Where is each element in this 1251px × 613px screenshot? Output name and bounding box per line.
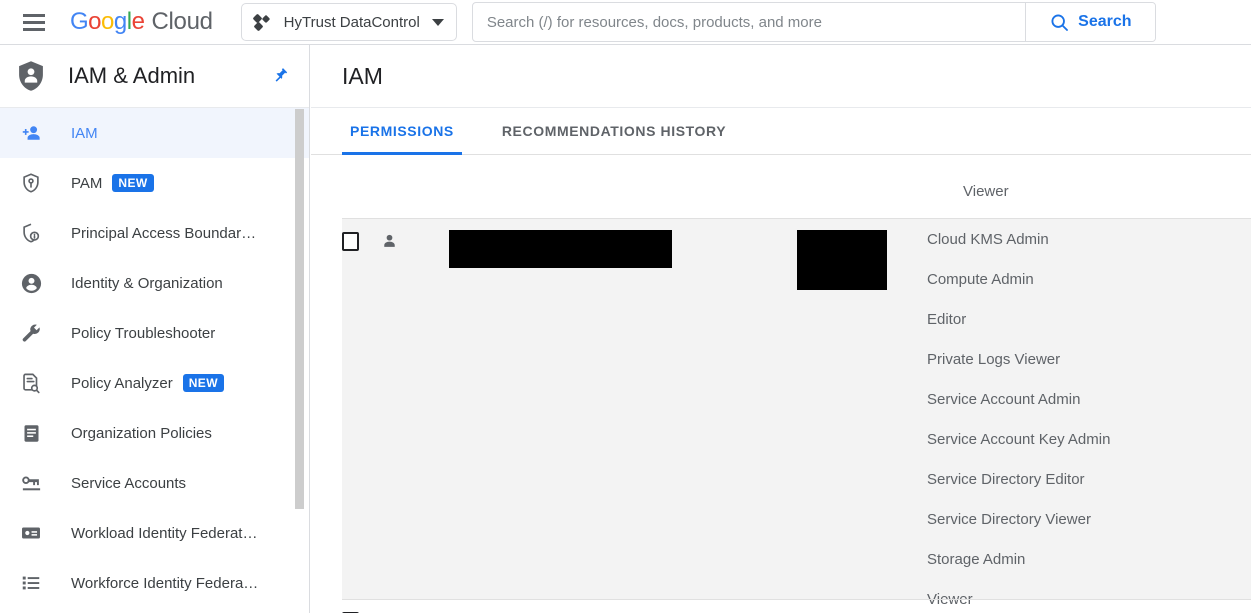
project-selector-label: HyTrust DataControl [283, 13, 420, 31]
sidebar-item-pam[interactable]: PAM NEW [0, 158, 309, 208]
shield-info-icon [16, 221, 46, 245]
page-title: IAM [342, 62, 383, 89]
role-list: Cloud KMS Admin Compute Admin Editor Pri… [927, 219, 1251, 613]
wrench-icon [16, 321, 46, 345]
permissions-table: Viewer Cloud KMS Admin Compute Admin Edi… [311, 155, 1251, 613]
sidebar-item-label: PAM [71, 174, 103, 192]
sidebar-nav-list: IAM PAM NEW Principal Access Boundar… Id… [0, 108, 309, 608]
shield-person-icon [19, 61, 43, 91]
row-checkbox-cell [342, 219, 380, 251]
sidebar-title: IAM & Admin [68, 63, 196, 88]
row-checkbox[interactable] [342, 232, 359, 251]
hamburger-bar [23, 13, 45, 17]
search-icon [1051, 13, 1069, 31]
sidebar-item-policy-troubleshooter[interactable]: Policy Troubleshooter [0, 308, 309, 358]
sidebar-item-workload-identity-federation[interactable]: Workload Identity Federat… [0, 508, 309, 558]
hamburger-menu-icon[interactable] [10, 0, 58, 45]
role-item: Private Logs Viewer [927, 350, 1061, 368]
main-content: IAM PERMISSIONS RECOMMENDATIONS HISTORY … [311, 45, 1251, 613]
search-input[interactable] [472, 3, 1025, 41]
new-badge: NEW [112, 174, 154, 192]
sidebar-header: IAM & Admin [0, 45, 309, 108]
sidebar-item-label: Organization Policies [71, 424, 212, 442]
page-header: IAM [311, 45, 1251, 108]
row-checkbox-cell [342, 600, 380, 613]
table-row[interactable]: Cloud KMS Admin Compute Admin Editor Pri… [342, 218, 1251, 608]
role-item: Storage Admin [927, 550, 1026, 568]
sidebar-item-iam[interactable]: IAM [0, 108, 309, 158]
role-item: Service Account Key Admin [927, 430, 1111, 448]
role-item: Compute Admin [927, 270, 1034, 288]
sidebar-item-principal-access-boundaries[interactable]: Principal Access Boundar… [0, 208, 309, 258]
project-selector[interactable]: HyTrust DataControl [240, 3, 457, 41]
key-card-icon [16, 471, 46, 495]
sidebar-item-label: Workforce Identity Federa… [71, 574, 259, 592]
tab-permissions[interactable]: PERMISSIONS [342, 108, 462, 155]
search-button-label: Search [1078, 13, 1132, 30]
sidebar-item-label: Workload Identity Federat… [71, 524, 258, 542]
chevron-down-icon [431, 18, 444, 26]
google-cloud-logo[interactable]: Google Cloud [70, 8, 213, 36]
sidebar-item-label: Policy Analyzer [71, 374, 173, 392]
role-item: Viewer [963, 183, 1009, 200]
tab-label: PERMISSIONS [350, 123, 454, 139]
table-row-partial-below[interactable] [342, 599, 1251, 613]
redacted-name [797, 230, 887, 290]
new-badge: NEW [182, 374, 224, 392]
document-search-icon [16, 371, 46, 395]
sidebar-item-workforce-identity-federation[interactable]: Workforce Identity Federa… [0, 558, 309, 608]
sidebar-item-label: Identity & Organization [71, 274, 223, 292]
principal-cell [444, 219, 787, 268]
role-item: Service Account Admin [927, 390, 1081, 408]
role-item: Cloud KMS Admin [927, 230, 1049, 248]
sidebar: IAM & Admin IAM PAM NEW Principal Access… [0, 45, 310, 613]
person-add-icon [16, 121, 46, 145]
role-cell: Cloud KMS Admin Compute Admin Editor Pri… [927, 219, 1251, 613]
cloud-wordmark: Cloud [151, 8, 213, 35]
shield-location-icon [16, 171, 46, 195]
pin-icon[interactable] [269, 64, 293, 88]
id-card-icon [16, 521, 46, 545]
list-document-icon [16, 421, 46, 445]
sidebar-item-label: IAM [71, 124, 98, 142]
search-bar: Search [471, 2, 1156, 42]
clipped-role-text [963, 146, 967, 163]
table-row-partial-above[interactable]: Viewer [342, 155, 1251, 218]
sidebar-item-label: Policy Troubleshooter [71, 324, 216, 342]
sidebar-item-policy-analyzer[interactable]: Policy Analyzer NEW [0, 358, 309, 408]
sidebar-item-identity-and-organization[interactable]: Identity & Organization [0, 258, 309, 308]
sidebar-item-service-accounts[interactable]: Service Accounts [0, 458, 309, 508]
sidebar-item-label: Principal Access Boundar… [71, 224, 257, 242]
hamburger-bar [23, 27, 45, 31]
search-button[interactable]: Search [1024, 3, 1155, 41]
account-circle-icon [16, 271, 46, 295]
sidebar-scrollbar[interactable] [295, 109, 304, 509]
tab-bar: PERMISSIONS RECOMMENDATIONS HISTORY [311, 108, 1251, 155]
role-item: Service Directory Viewer [927, 510, 1091, 528]
principal-type-cell [380, 219, 444, 256]
hamburger-bar [23, 20, 45, 24]
redacted-principal [449, 230, 672, 268]
sidebar-item-organization-policies[interactable]: Organization Policies [0, 408, 309, 458]
person-icon [384, 234, 395, 247]
name-cell [787, 219, 927, 290]
google-wordmark: Google [70, 8, 145, 35]
top-bar: Google Cloud HyTrust DataControl Search [0, 0, 1251, 45]
tab-recommendations-history[interactable]: RECOMMENDATIONS HISTORY [494, 108, 734, 154]
list-bullet-icon [16, 571, 46, 595]
role-item: Editor [927, 310, 967, 328]
tab-label: RECOMMENDATIONS HISTORY [501, 123, 727, 139]
project-dots-icon [252, 13, 274, 32]
sidebar-item-label: Service Accounts [71, 474, 187, 492]
app-root: Google Cloud HyTrust DataControl Search [0, 0, 1251, 613]
role-item: Service Directory Editor [927, 470, 1085, 488]
